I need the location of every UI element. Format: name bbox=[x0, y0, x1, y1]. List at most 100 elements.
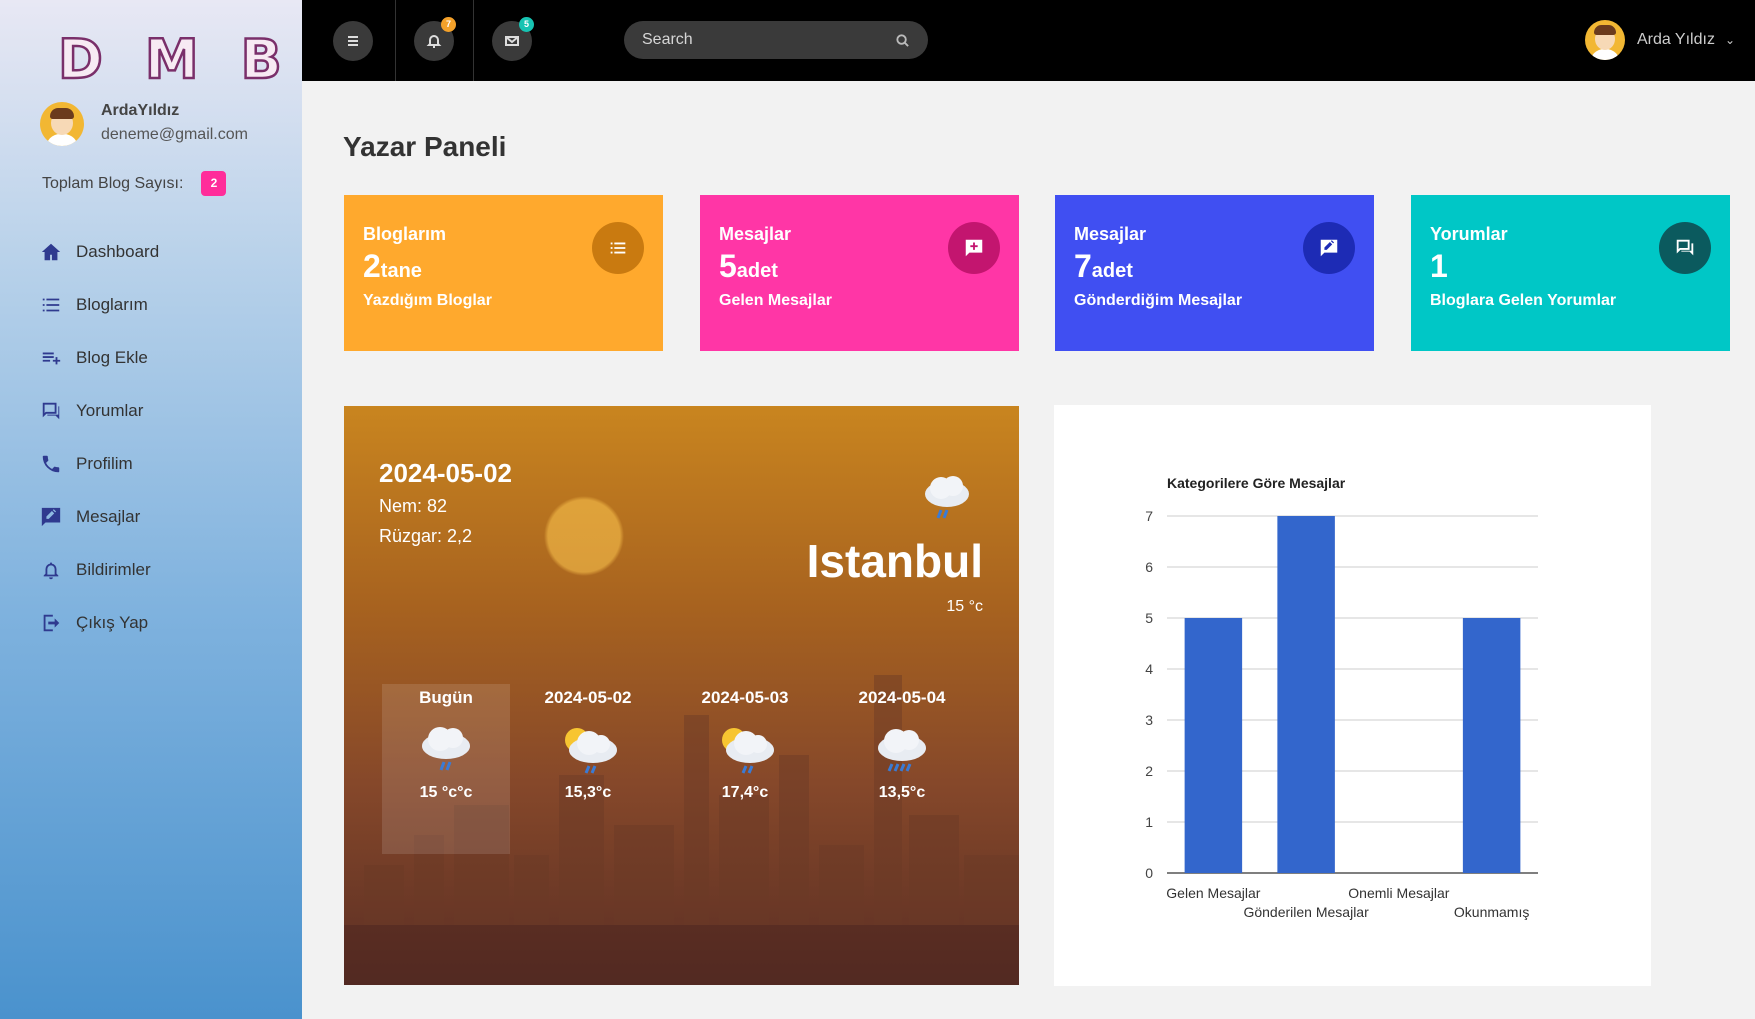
y-tick-label: 6 bbox=[1145, 559, 1153, 575]
sidebar-item-label: Bildirimler bbox=[76, 559, 151, 579]
x-tick-label: Okunmamış bbox=[1454, 904, 1529, 920]
chevron-down-icon: ⌄ bbox=[1724, 33, 1735, 47]
forecast-temp: 15,3°c bbox=[564, 784, 612, 801]
phone-icon bbox=[42, 455, 60, 472]
logout-icon bbox=[43, 614, 60, 631]
weather-wind: Rüzgar: 2,2 bbox=[379, 526, 473, 546]
forecast-day-label: 2024-05-02 bbox=[544, 688, 632, 707]
playlist-add-icon bbox=[42, 352, 61, 364]
sidebar-item-yorumlar[interactable]: Yorumlar bbox=[40, 384, 159, 437]
forecast-temp: 15 °c°c bbox=[419, 784, 473, 801]
forecast-day: 2024-05-03 17,4°c bbox=[681, 684, 809, 806]
chart-title: Kategorilere Göre Mesajlar bbox=[1167, 475, 1346, 491]
card-icon-circle bbox=[592, 222, 644, 274]
notifications-button[interactable]: 7 bbox=[414, 17, 456, 61]
y-tick-label: 7 bbox=[1145, 508, 1153, 524]
menu-button[interactable] bbox=[333, 21, 373, 61]
card-unit: tane bbox=[380, 260, 422, 282]
home-icon bbox=[41, 243, 61, 260]
weather-widget: 2024-05-02 Nem: 82 Rüzgar: 2,2 Istanbul … bbox=[344, 406, 1019, 985]
search-bar bbox=[624, 21, 928, 59]
sidebar-item-profilim[interactable]: Profilim bbox=[40, 437, 159, 490]
x-tick-label: Gelen Mesajlar bbox=[1166, 885, 1260, 901]
avatar bbox=[40, 102, 84, 146]
x-tick-label: Onemli Mesajlar bbox=[1348, 885, 1449, 901]
bar[interactable] bbox=[1184, 618, 1243, 873]
sidebar-item-label: Çıkış Yap bbox=[76, 612, 149, 632]
y-tick-label: 3 bbox=[1145, 712, 1153, 728]
blog-count-badge: 2 bbox=[201, 171, 227, 196]
message-edit-icon bbox=[41, 507, 61, 526]
sidebar-item-mesajlar[interactable]: Mesajlar bbox=[40, 490, 159, 543]
topbar: 7 5 Arda Yıldız ⌄ bbox=[302, 0, 1755, 81]
forecast-temp: 17,4°c bbox=[721, 784, 769, 801]
card-unit: adet bbox=[736, 260, 778, 282]
page-title: Yazar Paneli bbox=[343, 131, 507, 162]
sidebar-item-label: Dashboard bbox=[76, 241, 160, 261]
sidebar-item-cikis-yap[interactable]: Çıkış Yap bbox=[40, 596, 159, 649]
card-number: 1 bbox=[1430, 248, 1448, 284]
y-tick-label: 5 bbox=[1145, 610, 1153, 626]
card-subtitle: Gelen Mesajlar bbox=[719, 292, 832, 309]
sun-rain-cloud-icon bbox=[681, 717, 809, 779]
weather-humidity: Nem: 82 bbox=[379, 496, 448, 516]
logo-letter-d: D bbox=[57, 28, 105, 91]
weather-city: Istanbul bbox=[806, 535, 983, 587]
sidebar-item-blog-ekle[interactable]: Blog Ekle bbox=[40, 331, 159, 384]
sidebar-item-label: Blog Ekle bbox=[76, 347, 148, 367]
messages-bar-chart: Kategorilere Göre Mesajlar 0 1 2 3 4 5 6 7 Gele… bbox=[1145, 475, 1538, 920]
weather-date: 2024-05-02 bbox=[379, 458, 512, 488]
mail-icon bbox=[505, 36, 519, 46]
card-number: 7 bbox=[1074, 248, 1092, 284]
sidebar-item-dashboard[interactable]: Dashboard bbox=[40, 225, 159, 278]
stat-card-gonderilen-mesajlar[interactable]: Mesajlar 7adet Gönderdiğim Mesajlar bbox=[1055, 195, 1374, 351]
card-unit: adet bbox=[1091, 260, 1133, 282]
card-icon-circle bbox=[948, 222, 1000, 274]
sun-rain-cloud-icon bbox=[524, 717, 652, 779]
messages-count-badge: 5 bbox=[519, 17, 534, 32]
y-tick-label: 1 bbox=[1145, 814, 1153, 830]
user-menu[interactable]: Arda Yıldız ⌄ bbox=[1584, 20, 1735, 60]
sidebar-item-label: Yorumlar bbox=[76, 400, 144, 420]
list-icon bbox=[42, 298, 60, 311]
forecast-day-today: Bugün 15 °c°c bbox=[382, 684, 510, 854]
logo-letter-m: M bbox=[144, 28, 201, 91]
messages-button[interactable]: 5 bbox=[492, 17, 534, 61]
forecast-day-label: 2024-05-04 bbox=[858, 688, 946, 707]
rain-cloud-icon bbox=[919, 472, 975, 529]
sidebar-nav: Dashboard Bloglarım Blog Ekle Yorumlar P… bbox=[40, 225, 159, 649]
sidebar-item-bloglarim[interactable]: Bloglarım bbox=[40, 278, 159, 331]
blog-count: Toplam Blog Sayısı: 2 bbox=[42, 171, 227, 196]
bell-icon bbox=[426, 35, 442, 48]
bell-icon bbox=[43, 562, 59, 579]
bar[interactable] bbox=[1462, 618, 1521, 873]
search-icon[interactable] bbox=[895, 33, 910, 48]
card-subtitle: Bloglara Gelen Yorumlar bbox=[1430, 292, 1617, 309]
x-tick-label: Gönderilen Mesajlar bbox=[1243, 904, 1369, 920]
comments-icon bbox=[1676, 239, 1694, 256]
sidebar-item-label: Bloglarım bbox=[76, 294, 148, 314]
bar[interactable] bbox=[1277, 516, 1335, 873]
heavy-rain-cloud-icon bbox=[838, 717, 966, 779]
card-subtitle: Yazdığım Bloglar bbox=[363, 292, 492, 309]
card-number: 2 bbox=[363, 248, 381, 284]
search-input[interactable] bbox=[642, 31, 895, 49]
sidebar-item-label: Mesajlar bbox=[76, 506, 141, 526]
logo-letter-b: B bbox=[239, 28, 284, 91]
avatar bbox=[1584, 20, 1625, 60]
user-name: ArdaYıldız bbox=[101, 102, 180, 119]
sidebar-item-bildirimler[interactable]: Bildirimler bbox=[40, 543, 159, 596]
forecast-day-label: Bugün bbox=[419, 688, 473, 707]
rain-cloud-icon bbox=[382, 717, 510, 779]
stat-card-yorumlar[interactable]: Yorumlar 1 Bloglara Gelen Yorumlar bbox=[1411, 195, 1730, 351]
y-tick-label: 4 bbox=[1145, 661, 1153, 677]
forecast-day: 2024-05-02 15,3°c bbox=[524, 684, 652, 806]
message-plus-icon bbox=[965, 239, 983, 257]
hamburger-icon bbox=[348, 36, 358, 46]
message-edit-icon bbox=[1320, 239, 1338, 257]
forecast-day-label: 2024-05-03 bbox=[701, 688, 789, 707]
forecast-day: 2024-05-04 13,5°c bbox=[838, 684, 966, 806]
stat-card-bloglarim[interactable]: Bloglarım 2tane Yazdığım Bloglar bbox=[344, 195, 663, 351]
sidebar-item-label: Profilim bbox=[76, 453, 133, 473]
stat-card-gelen-mesajlar[interactable]: Mesajlar 5adet Gelen Mesajlar bbox=[700, 195, 1019, 351]
